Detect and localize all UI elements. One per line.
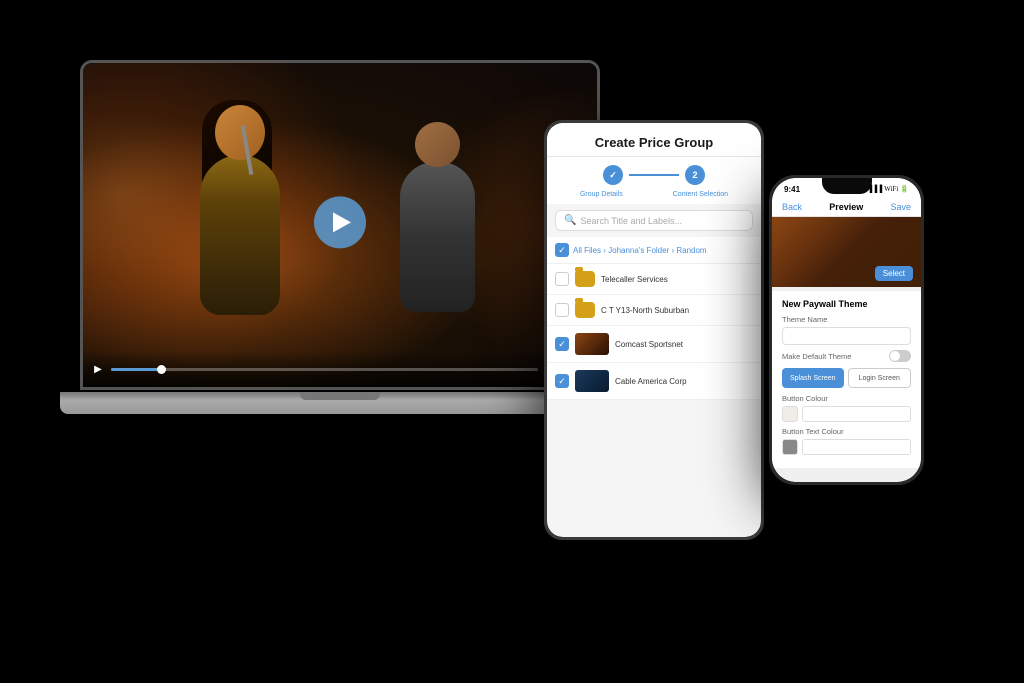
progress-fill <box>111 368 162 371</box>
phone-video-thumbnail: Select <box>772 217 921 287</box>
step-connector <box>629 174 679 176</box>
play-pause-button[interactable]: ▶ <box>91 362 105 376</box>
file-list: Telecaller Services C T Y13-North Suburb… <box>547 264 761 400</box>
search-icon: 🔍 <box>564 215 576 226</box>
step-1-label: Group Details <box>580 191 623 198</box>
list-item[interactable]: ✓ Comcast Sportsnet <box>547 326 761 363</box>
breadcrumb: All Files › Johanna's Folder › Random <box>573 246 707 255</box>
check-icon: ✓ <box>558 245 566 256</box>
tablet-device: Create Price Group ✓ 2 Group Details Con… <box>544 120 764 540</box>
video-thumbnail <box>575 370 609 392</box>
guitarist-figure <box>370 112 520 387</box>
button-color-input[interactable] <box>802 406 911 422</box>
wifi-icon: WiFi <box>884 185 898 193</box>
video-player[interactable]: ▶ 0:06 🔊 ⛶ <box>83 63 597 387</box>
laptop-screen: ▶ 0:06 🔊 ⛶ <box>80 60 600 390</box>
laptop-base <box>60 392 620 414</box>
tablet-page-title: Create Price Group <box>557 135 751 150</box>
paywall-section-title: New Paywall Theme <box>782 299 911 309</box>
item-4-name: Cable America Corp <box>615 377 753 386</box>
scene: ▶ 0:06 🔊 ⛶ Create Price <box>0 0 1024 683</box>
phone-screen: 9:41 ▐▐▐ WiFi 🔋 Back Preview Save Select <box>772 178 921 482</box>
search-placeholder: Search Title and Labels... <box>580 216 682 226</box>
check-icon: ✓ <box>558 376 566 387</box>
thumb-image <box>575 370 609 392</box>
step-1-num: ✓ <box>609 170 617 181</box>
save-button[interactable]: Save <box>890 202 911 212</box>
screen-type-buttons: Splash Screen Login Screen <box>782 368 911 388</box>
theme-name-input[interactable] <box>782 327 911 345</box>
login-screen-button[interactable]: Login Screen <box>848 368 912 388</box>
paywall-theme-section: New Paywall Theme Theme Name Make Defaul… <box>772 291 921 468</box>
select-button[interactable]: Select <box>875 266 913 281</box>
tablet-screen: Create Price Group ✓ 2 Group Details Con… <box>547 123 761 537</box>
search-bar[interactable]: 🔍 Search Title and Labels... <box>555 210 753 231</box>
folder-tab <box>575 298 583 302</box>
button-color-row <box>782 406 911 422</box>
list-item[interactable]: Telecaller Services <box>547 264 761 295</box>
button-text-color-row <box>782 439 911 455</box>
item-2-checkbox[interactable] <box>555 303 569 317</box>
singer-body <box>200 155 280 315</box>
phone-page-title: Preview <box>829 202 863 212</box>
theme-name-label: Theme Name <box>782 315 911 324</box>
step-labels: Group Details Content Selection <box>547 189 761 204</box>
battery-icon: 🔋 <box>900 185 909 193</box>
button-color-swatch[interactable] <box>782 406 798 422</box>
video-controls-bar[interactable]: ▶ 0:06 🔊 ⛶ <box>83 351 597 387</box>
progress-dot <box>157 365 166 374</box>
step-2-label: Content Selection <box>673 191 728 198</box>
singer-figure <box>160 95 340 385</box>
folder-icon <box>575 302 595 318</box>
button-text-color-label: Button Text Colour <box>782 427 911 436</box>
progress-bar[interactable] <box>111 368 538 371</box>
laptop: ▶ 0:06 🔊 ⛶ <box>50 60 630 460</box>
video-thumbnail <box>575 333 609 355</box>
item-1-name: Telecaller Services <box>601 275 753 284</box>
check-icon: ✓ <box>558 339 566 350</box>
make-default-toggle[interactable] <box>889 350 911 362</box>
select-all-checkbox[interactable]: ✓ <box>555 243 569 257</box>
item-3-checkbox[interactable]: ✓ <box>555 337 569 351</box>
step-2-num: 2 <box>692 170 697 180</box>
play-button[interactable] <box>314 196 366 248</box>
status-icons: ▐▐▐ WiFi 🔋 <box>867 185 909 193</box>
button-text-color-input[interactable] <box>802 439 911 455</box>
stepper-bar: ✓ 2 <box>547 157 761 189</box>
guitarist-head <box>415 122 460 167</box>
make-default-label: Make Default Theme <box>782 352 851 361</box>
folder-tab <box>575 267 583 271</box>
step-2-circle: 2 <box>685 165 705 185</box>
back-button[interactable]: Back <box>782 202 802 212</box>
item-1-checkbox[interactable] <box>555 272 569 286</box>
breadcrumb-row: ✓ All Files › Johanna's Folder › Random <box>547 237 761 264</box>
guitarist-body <box>400 162 475 312</box>
list-item[interactable]: C T Y13-North Suburban <box>547 295 761 326</box>
toggle-knob <box>890 351 900 361</box>
step-1-circle: ✓ <box>603 165 623 185</box>
item-2-name: C T Y13-North Suburban <box>601 306 753 315</box>
phone-nav-header: Back Preview Save <box>772 198 921 217</box>
tablet-header: Create Price Group <box>547 123 761 157</box>
phone-notch <box>822 178 872 194</box>
list-item[interactable]: ✓ Cable America Corp <box>547 363 761 400</box>
thumb-image <box>575 333 609 355</box>
make-default-row: Make Default Theme <box>782 350 911 362</box>
item-3-name: Comcast Sportsnet <box>615 340 753 349</box>
splash-screen-button[interactable]: Splash Screen <box>782 368 844 388</box>
laptop-camera-notch <box>300 392 380 400</box>
button-text-color-swatch[interactable] <box>782 439 798 455</box>
button-color-label: Button Colour <box>782 394 911 403</box>
item-4-checkbox[interactable]: ✓ <box>555 374 569 388</box>
phone-device: 9:41 ▐▐▐ WiFi 🔋 Back Preview Save Select <box>769 175 924 485</box>
status-time: 9:41 <box>784 185 800 194</box>
play-icon <box>333 212 351 232</box>
folder-icon <box>575 271 595 287</box>
